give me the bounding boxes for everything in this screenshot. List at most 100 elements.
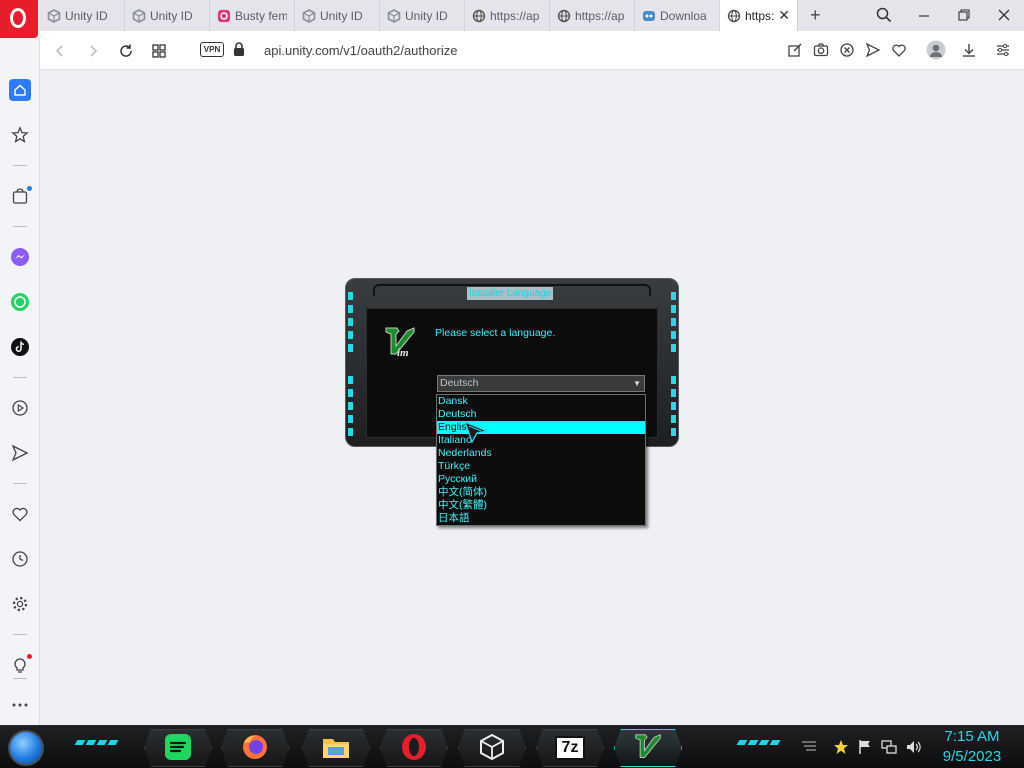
spotify-icon [164, 733, 192, 764]
back-icon[interactable] [49, 40, 71, 62]
tabs-grid-icon[interactable] [148, 40, 170, 62]
sidebar [0, 38, 40, 725]
taskbar-file-explorer[interactable] [302, 729, 370, 767]
tab-label: Unity ID [405, 8, 448, 23]
taskbar-unity-hub[interactable] [458, 729, 526, 767]
tab-download[interactable]: Downloa [635, 0, 720, 31]
language-option-turkce[interactable]: Türkçe [437, 460, 645, 473]
tab-https-1[interactable]: https://ap [465, 0, 550, 31]
language-option-chinese-simplified[interactable]: 中文(简体) [437, 486, 645, 499]
tray-bars-icon[interactable] [800, 738, 818, 756]
pink-app-icon [217, 9, 231, 23]
tab-unity-id-4[interactable]: Unity ID [380, 0, 465, 31]
sidebar-divider [13, 165, 27, 166]
messenger-icon[interactable] [9, 246, 31, 268]
tab-unity-id-3[interactable]: Unity ID [295, 0, 380, 31]
player-icon[interactable] [9, 397, 31, 419]
frame-light-right-top [671, 292, 676, 357]
clock-date[interactable]: 9/5/2023 [930, 748, 1014, 765]
installer-title: Installer Language [467, 287, 554, 300]
lightbulb-icon[interactable] [9, 654, 32, 676]
dropdown-arrow-icon[interactable]: ▼ [633, 376, 641, 391]
tab-unity-id-2[interactable]: Unity ID [125, 0, 210, 31]
unity-hub-icon [478, 733, 506, 764]
home-icon[interactable] [9, 79, 31, 101]
sidebar-divider [13, 678, 27, 679]
language-option-dansk[interactable]: Dansk [437, 395, 645, 408]
taskbar-decoration-left [74, 740, 119, 745]
taskbar-vim[interactable] [614, 729, 682, 767]
shopping-bag-icon[interactable] [9, 185, 32, 207]
heart-icon[interactable] [9, 503, 31, 525]
send-icon[interactable] [864, 41, 882, 59]
language-option-chinese-traditional[interactable]: 中文(繁體) [437, 499, 645, 512]
unity-icon [387, 8, 401, 23]
taskbar: 7z 7:15 AM 9/5/2023 [0, 725, 1024, 768]
send-icon[interactable] [9, 442, 31, 464]
tab-unity-id-1[interactable]: Unity ID [40, 0, 125, 31]
minimize-icon[interactable] [912, 5, 936, 25]
whatsapp-icon[interactable] [9, 291, 31, 313]
tab-label: Unity ID [65, 8, 108, 23]
tab-active[interactable]: https: ✕ [720, 0, 798, 31]
heart-icon[interactable] [890, 41, 908, 59]
downloads-icon[interactable] [960, 41, 978, 59]
taskbar-decoration-right [736, 740, 781, 745]
reload-icon[interactable] [115, 40, 137, 62]
opera-logo-icon[interactable] [0, 0, 38, 38]
mouse-cursor-icon [463, 420, 490, 447]
tab-https-2[interactable]: https://ap [550, 0, 635, 31]
close-window-icon[interactable] [992, 5, 1016, 25]
tab-search-icon[interactable] [876, 7, 892, 26]
vpn-badge[interactable]: VPN [200, 42, 224, 57]
language-option-russian[interactable]: Русский [437, 473, 645, 486]
settings-gear-icon[interactable] [9, 593, 31, 615]
frame-light-left-top [348, 292, 353, 357]
close-tab-icon[interactable]: ✕ [778, 7, 790, 24]
7zip-icon: 7z [555, 736, 585, 760]
url-field[interactable]: api.unity.com/v1/oauth2/authorize [264, 43, 457, 58]
block-ads-icon[interactable] [838, 41, 856, 59]
profile-avatar-icon[interactable] [926, 40, 946, 60]
new-tab-button[interactable]: + [810, 5, 821, 26]
address-bar: VPN api.unity.com/v1/oauth2/authorize [40, 31, 1024, 70]
easy-setup-icon[interactable] [994, 41, 1012, 59]
taskbar-opera[interactable] [380, 729, 448, 767]
language-prompt: Please select a language. [435, 327, 556, 339]
sidebar-divider [13, 226, 27, 227]
taskbar-firefox[interactable] [221, 729, 289, 767]
language-option-japanese[interactable]: 日本語 [437, 512, 645, 525]
camera-icon[interactable] [812, 41, 830, 59]
notification-dot [27, 186, 32, 191]
star-icon[interactable] [9, 124, 31, 146]
svg-text:im: im [397, 347, 409, 358]
clock-time[interactable]: 7:15 AM [930, 728, 1014, 745]
taskbar-spotify[interactable] [144, 729, 212, 767]
tiktok-icon[interactable] [9, 336, 31, 358]
globe-icon [557, 9, 571, 23]
tab-busty[interactable]: Busty fem [210, 0, 295, 31]
tray-network-icon[interactable] [880, 738, 898, 756]
lock-icon[interactable] [233, 42, 245, 60]
firefox-icon [241, 733, 269, 764]
frame-light-right-bottom [671, 376, 676, 441]
language-select[interactable]: Deutsch ▼ [437, 375, 645, 392]
more-icon[interactable] [9, 694, 31, 716]
language-dropdown-list[interactable]: Dansk Deutsch English Italiano Nederland… [436, 394, 646, 526]
forward-icon[interactable] [82, 40, 104, 62]
unity-icon [47, 8, 61, 23]
restore-icon[interactable] [952, 5, 976, 25]
sidebar-divider [13, 634, 27, 635]
tab-label: https: [745, 8, 775, 23]
tray-volume-icon[interactable] [904, 738, 922, 756]
tray-flag-icon[interactable] [856, 738, 874, 756]
history-clock-icon[interactable] [9, 548, 31, 570]
edit-share-icon[interactable] [786, 41, 804, 59]
file-explorer-icon [321, 733, 351, 764]
tray-star-icon[interactable] [832, 738, 850, 756]
start-button[interactable] [8, 730, 44, 766]
frame-light-left-bottom [348, 376, 353, 441]
language-option-nederlands[interactable]: Nederlands [437, 447, 645, 460]
taskbar-7zip[interactable]: 7z [536, 729, 604, 767]
tab-strip: Unity ID Unity ID Busty fem Unity ID Uni… [0, 0, 1024, 38]
